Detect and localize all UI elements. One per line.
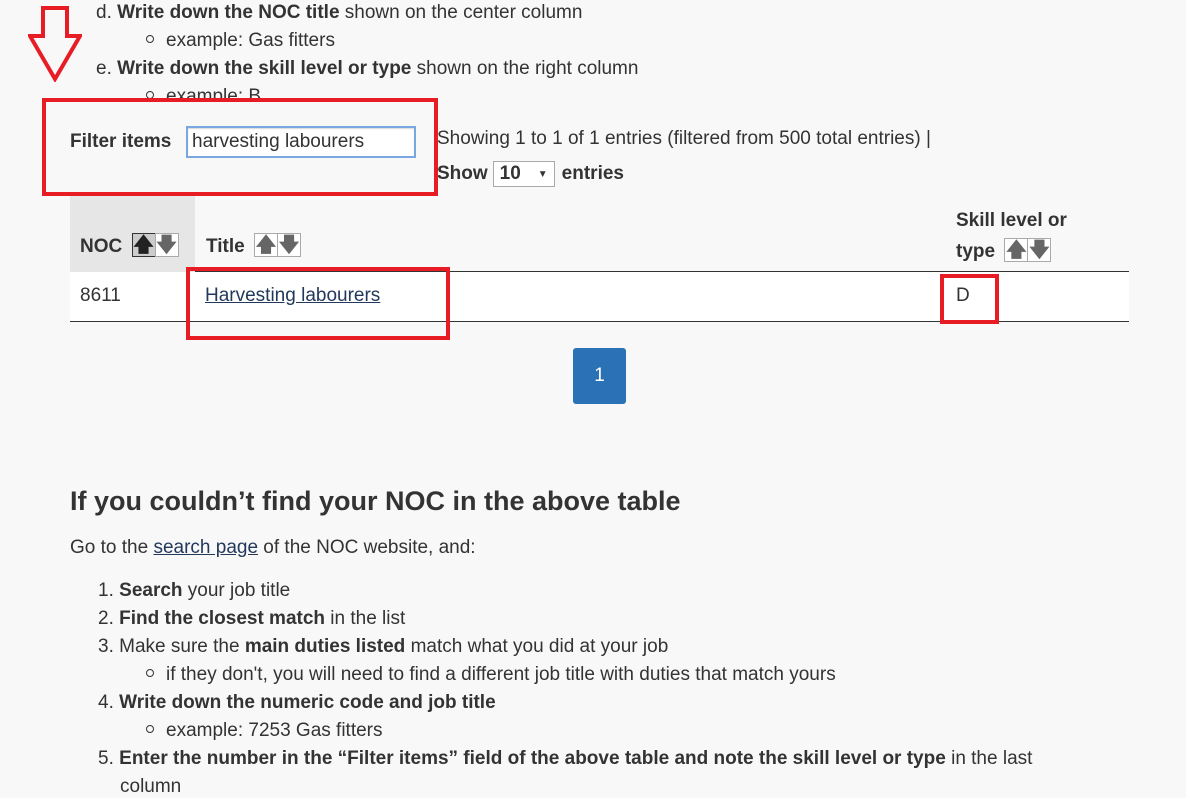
column-header-title[interactable]: Title 🡅 🡇 <box>206 233 301 259</box>
page-size-control: Show 10 ▼ entries <box>437 161 624 187</box>
list-item: 2. Find the closest match in the list <box>98 608 406 629</box>
pagination-page-button[interactable]: 1 <box>573 348 626 404</box>
cell-skill-level: D <box>956 285 970 306</box>
section-heading: If you couldn’t find your NOC in the abo… <box>70 486 681 516</box>
chevron-down-icon: ▼ <box>537 168 548 180</box>
list-sub-item: example: 7253 Gas fitters <box>146 719 383 743</box>
instruction-step-e: e. Write down the skill level or type sh… <box>96 58 639 79</box>
list-item-continuation: column <box>120 776 182 797</box>
bullet-icon <box>146 668 154 677</box>
showing-entries-text: Showing 1 to 1 of 1 entries (filtered fr… <box>437 128 931 149</box>
arrow-down-icon[interactable]: 🡇 <box>1027 237 1052 262</box>
arrow-down-icon[interactable]: 🡇 <box>277 233 301 257</box>
cell-title-link[interactable]: Harvesting labourers <box>205 285 380 307</box>
list-item: 4. Write down the numeric code and job t… <box>98 692 496 713</box>
fallback-intro: Go to the search page of the NOC website… <box>70 537 476 558</box>
column-header-skill-level[interactable]: Skill level or type 🡅 🡇 <box>956 205 1067 267</box>
bullet-icon <box>146 90 154 99</box>
instruction-step-e-example: example: B <box>146 85 261 99</box>
column-header-noc[interactable]: NOC 🡅 🡇 <box>80 233 179 259</box>
filter-items-input[interactable] <box>186 126 416 158</box>
list-item: 5. Enter the number in the “Filter items… <box>98 748 1033 769</box>
instruction-step-d: d. Write down the NOC title shown on the… <box>96 2 583 23</box>
page: d. Write down the NOC title shown on the… <box>0 0 1186 798</box>
arrow-up-icon[interactable]: 🡅 <box>1004 237 1029 262</box>
table-row: 8611 Harvesting labourers D <box>70 272 1129 322</box>
list-sub-item: if they don't, you will need to find a d… <box>146 663 836 687</box>
instruction-step-d-example: example: Gas fitters <box>146 29 335 53</box>
arrow-down-annotation-icon <box>28 6 82 82</box>
search-page-link[interactable]: search page <box>153 537 258 558</box>
noc-table: NOC 🡅 🡇 Title 🡅 🡇 Skill level or type 🡅 🡇 <box>70 195 1129 322</box>
arrow-up-icon[interactable]: 🡅 <box>254 233 278 257</box>
bullet-icon <box>146 34 154 43</box>
arrow-up-icon[interactable]: 🡅 <box>131 233 156 257</box>
bullet-icon <box>146 724 154 733</box>
list-item: 1. Search your job title <box>98 580 291 601</box>
table-header: NOC 🡅 🡇 Title 🡅 🡇 Skill level or type 🡅 🡇 <box>70 195 1129 272</box>
page-size-select[interactable]: 10 ▼ <box>492 161 555 187</box>
show-label: Show <box>437 163 488 184</box>
cell-noc: 8611 <box>80 285 121 306</box>
arrow-down-icon[interactable]: 🡇 <box>154 233 179 257</box>
list-item: 3. Make sure the main duties listed matc… <box>98 636 669 657</box>
filter-items-label: Filter items <box>70 131 172 152</box>
entries-label: entries <box>561 163 624 184</box>
